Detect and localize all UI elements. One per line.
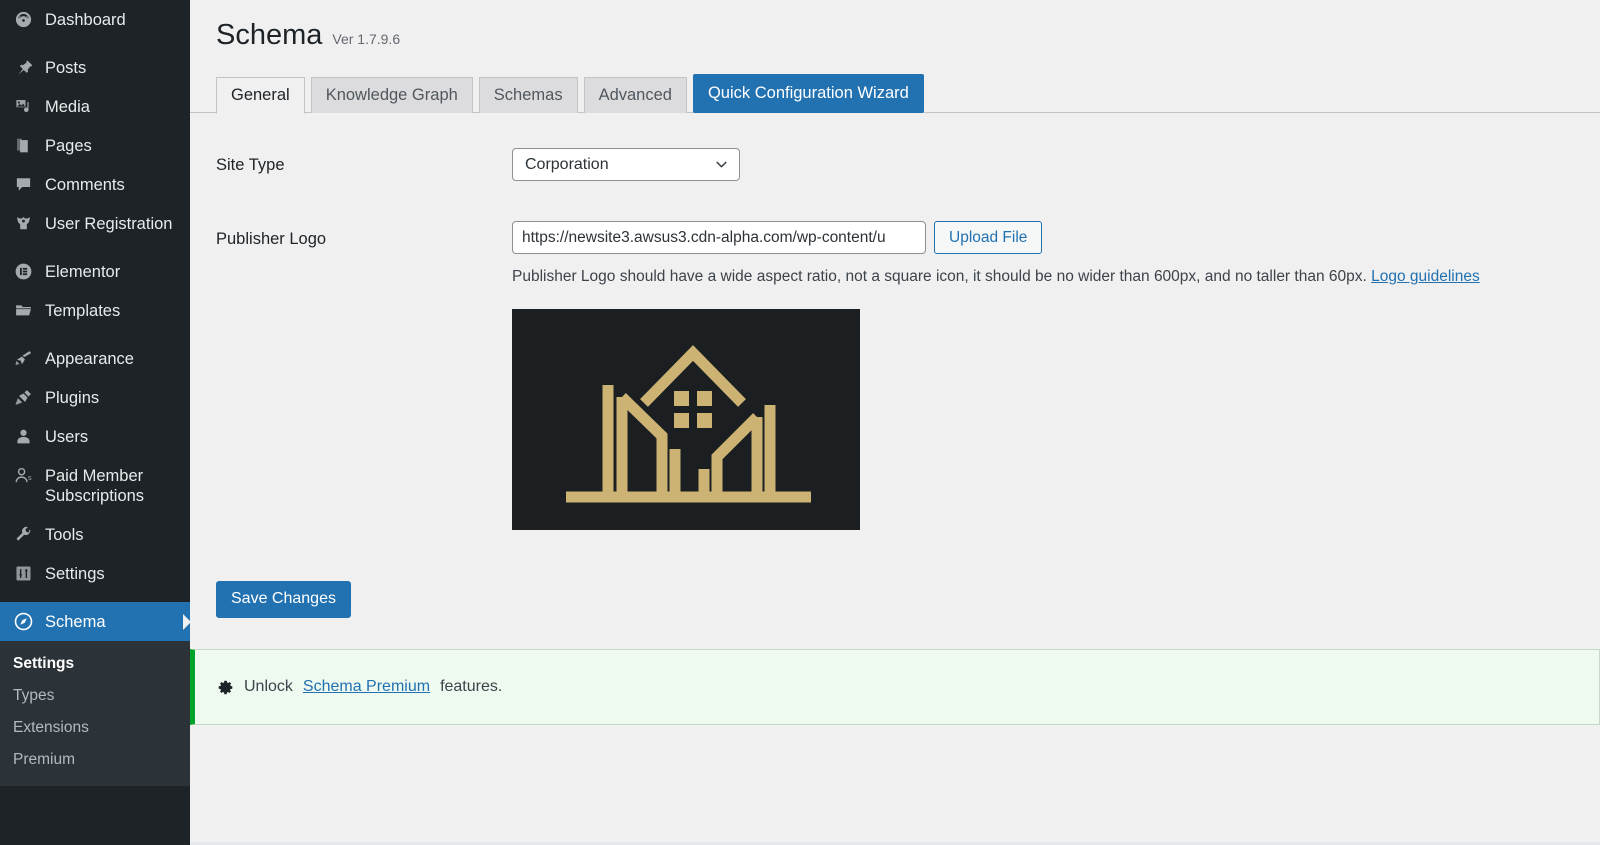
site-type-select[interactable]: Corporation: [512, 148, 740, 181]
sidebar-item-templates[interactable]: Templates: [0, 291, 190, 330]
sidebar-item-posts[interactable]: Posts: [0, 48, 190, 87]
tab-advanced[interactable]: Advanced: [583, 77, 687, 113]
tab-quick-configuration-wizard[interactable]: Quick Configuration Wizard: [692, 74, 924, 113]
member-dollar-icon: s: [13, 465, 34, 485]
elementor-icon: [13, 261, 34, 281]
sidebar-item-label: Dashboard: [45, 11, 126, 29]
sidebar-item-label: Paid Member Subscriptions: [45, 467, 145, 505]
sidebar-item-label: Templates: [45, 302, 121, 320]
house-logo-image: [512, 309, 860, 530]
pages-icon: [13, 135, 34, 155]
user-registration-icon: [13, 213, 34, 233]
site-type-value: Corporation: [525, 155, 609, 173]
site-type-row: Site Type Corporation: [216, 148, 1600, 181]
sidebar-item-settings[interactable]: Settings: [0, 554, 190, 593]
premium-notice-suffix: features.: [440, 678, 503, 695]
compass-icon: [13, 611, 34, 631]
media-icon: [13, 96, 34, 116]
submenu-item-settings[interactable]: Settings: [0, 648, 190, 680]
user-icon: [13, 426, 34, 446]
sidebar-item-dashboard[interactable]: Dashboard: [0, 0, 190, 39]
dashboard-icon: [13, 9, 34, 29]
sidebar-item-paid-member-subscriptions[interactable]: s Paid Member Subscriptions: [0, 456, 190, 515]
settings-form: Site Type Corporation Publisher Logo htt…: [190, 148, 1600, 618]
sidebar-group-separator: [0, 593, 190, 602]
plugin-version: Ver 1.7.9.6: [332, 31, 401, 47]
admin-sidebar: Dashboard Posts Media Pages Comments User Reg…: [0, 0, 190, 845]
sidebar-item-schema[interactable]: Schema: [0, 602, 190, 641]
sidebar-item-label: Tools: [45, 526, 84, 544]
svg-text:s: s: [28, 472, 32, 481]
comment-icon: [13, 174, 34, 194]
sidebar-item-label: Users: [45, 428, 89, 446]
paintbrush-icon: [13, 348, 34, 368]
publisher-logo-row: Publisher Logo Upload File Publisher Log…: [216, 221, 1600, 530]
sidebar-group-separator: [0, 330, 190, 339]
tab-schemas[interactable]: Schemas: [478, 77, 578, 113]
premium-notice-prefix: Unlock: [244, 678, 293, 695]
sidebar-item-label: User Registration: [45, 215, 173, 233]
sidebar-item-plugins[interactable]: Plugins: [0, 378, 190, 417]
page-title: Schema: [216, 19, 323, 51]
sidebar-item-media[interactable]: Media: [0, 87, 190, 126]
schema-premium-link[interactable]: Schema Premium: [303, 676, 430, 698]
publisher-logo-help-text: Publisher Logo should have a wide aspect…: [512, 268, 1367, 285]
page-header: Schema Ver 1.7.9.6: [190, 0, 1600, 52]
main-content: Schema Ver 1.7.9.6 General Knowledge Grap…: [190, 0, 1600, 845]
publisher-logo-label: Publisher Logo: [216, 230, 327, 248]
logo-guidelines-link[interactable]: Logo guidelines: [1371, 268, 1480, 285]
sidebar-item-comments[interactable]: Comments: [0, 165, 190, 204]
sidebar-item-label: Media: [45, 98, 90, 116]
sidebar-item-users[interactable]: Users: [0, 417, 190, 456]
submenu-item-types[interactable]: Types: [0, 680, 190, 712]
admin-screen: Dashboard Posts Media Pages Comments User Reg…: [0, 0, 1600, 845]
schema-submenu: Settings Types Extensions Premium: [0, 641, 190, 786]
sidebar-item-pages[interactable]: Pages: [0, 126, 190, 165]
sidebar-item-label: Plugins: [45, 389, 100, 407]
folder-icon: [13, 300, 34, 320]
sidebar-item-label: Schema: [45, 613, 106, 631]
sidebar-item-tools[interactable]: Tools: [0, 515, 190, 554]
chevron-down-icon: [714, 157, 729, 172]
premium-notice: Unlock Schema Premium features.: [190, 649, 1600, 725]
sidebar-item-appearance[interactable]: Appearance: [0, 339, 190, 378]
sliders-icon: [13, 563, 34, 583]
sidebar-item-label: Appearance: [45, 350, 134, 368]
gear-icon: [217, 679, 234, 696]
publisher-logo-preview: [512, 309, 860, 530]
sidebar-item-label: Settings: [45, 565, 105, 583]
sidebar-group-separator: [0, 243, 190, 252]
publisher-logo-help: Publisher Logo should have a wide aspect…: [512, 266, 1600, 288]
pin-icon: [13, 57, 34, 77]
site-type-label: Site Type: [216, 156, 285, 174]
tab-general[interactable]: General: [216, 77, 305, 114]
publisher-logo-input[interactable]: [512, 221, 926, 254]
sidebar-item-label: Posts: [45, 59, 87, 77]
submenu-item-premium[interactable]: Premium: [0, 744, 190, 776]
sidebar-item-label: Pages: [45, 137, 92, 155]
sidebar-item-user-registration[interactable]: User Registration: [0, 204, 190, 243]
tab-knowledge-graph[interactable]: Knowledge Graph: [310, 77, 473, 113]
sidebar-menu: Dashboard Posts Media Pages Comments User Reg…: [0, 0, 190, 602]
sidebar-item-elementor[interactable]: Elementor: [0, 252, 190, 291]
submenu-item-extensions[interactable]: Extensions: [0, 712, 190, 744]
plug-icon: [13, 387, 34, 407]
wrench-icon: [13, 524, 34, 544]
sidebar-item-label: Comments: [45, 176, 125, 194]
upload-file-button[interactable]: Upload File: [934, 221, 1043, 254]
sidebar-group-separator: [0, 39, 190, 48]
sidebar-item-label: Elementor: [45, 263, 121, 281]
tab-bar: General Knowledge Graph Schemas Advanced Qui…: [190, 74, 1600, 114]
save-changes-button[interactable]: Save Changes: [216, 581, 351, 618]
